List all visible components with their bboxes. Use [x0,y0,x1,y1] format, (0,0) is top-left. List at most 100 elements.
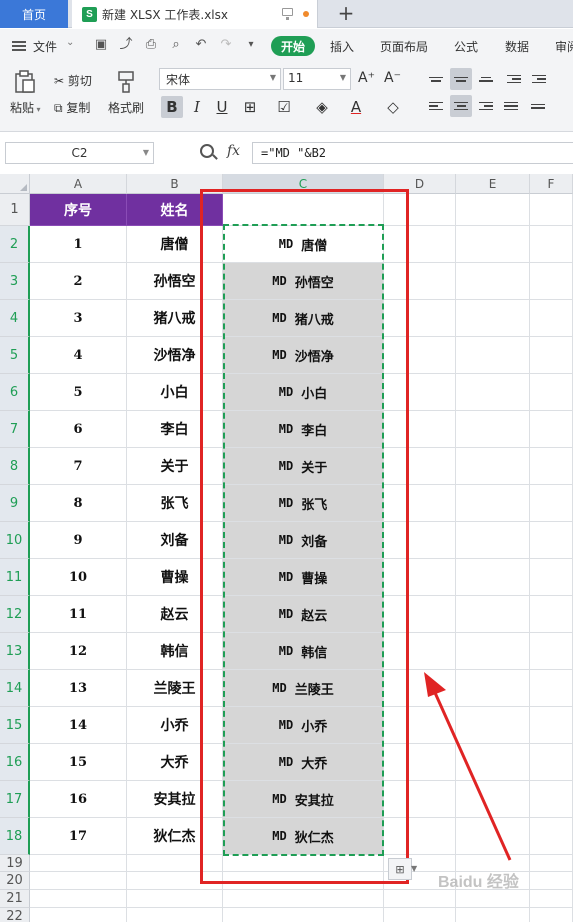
cell-empty[interactable] [384,300,456,337]
cell-empty[interactable] [384,890,456,908]
select-all-corner[interactable] [0,174,30,194]
cell-empty[interactable] [530,633,573,670]
cell-empty[interactable] [384,448,456,485]
cell-c1[interactable] [223,194,384,226]
cell-empty[interactable] [530,194,573,226]
cell-empty[interactable] [456,707,530,744]
font-color-icon[interactable]: A [345,96,367,118]
fx-icon[interactable]: fx [227,143,240,159]
cell-empty[interactable] [223,872,384,890]
cell-empty[interactable] [530,337,573,374]
row-header-20[interactable]: 20 [0,872,30,890]
cell-empty[interactable] [384,596,456,633]
cell-result[interactable]: MD 韩信 [223,633,384,670]
row-header-4[interactable]: 4 [0,300,30,337]
cell-empty[interactable] [530,596,573,633]
cell-empty[interactable] [30,855,127,872]
new-tab-button[interactable]: + [336,2,356,24]
cell-name[interactable]: 刘备 [127,522,223,559]
paste-options-icon[interactable]: ⊞ [388,858,412,880]
column-header-e[interactable]: E [456,174,530,194]
cell-name[interactable]: 大乔 [127,744,223,781]
align-middle-icon[interactable] [450,68,472,90]
format-painter-icon[interactable] [116,70,136,94]
menu-page-layout[interactable]: 页面布局 [380,38,428,55]
cell-name[interactable]: 关于 [127,448,223,485]
cell-result[interactable]: MD 张飞 [223,485,384,522]
cell-name[interactable]: 李白 [127,411,223,448]
column-header-c[interactable]: C [223,174,384,194]
cell-empty[interactable] [456,908,530,922]
menu-data[interactable]: 数据 [505,38,529,55]
align-right-icon[interactable] [475,95,497,117]
cell-empty[interactable] [127,890,223,908]
cell-empty[interactable] [456,744,530,781]
cell-name[interactable]: 唐僧 [127,226,223,263]
cell-no[interactable]: 11 [30,596,127,633]
cell-no[interactable]: 16 [30,781,127,818]
cell-empty[interactable] [384,744,456,781]
cell-result[interactable]: MD 猪八戒 [223,300,384,337]
cell-empty[interactable] [384,411,456,448]
cell-empty[interactable] [456,890,530,908]
row-header-1[interactable]: 1 [0,194,30,226]
zoom-icon[interactable] [200,144,214,158]
row-header-10[interactable]: 10 [0,522,30,559]
cell-name[interactable]: 沙悟净 [127,337,223,374]
grow-font-button[interactable]: A⁺ [358,70,375,86]
cell-empty[interactable] [384,226,456,263]
cell-style-icon[interactable]: ☑ [273,96,295,118]
cell-result[interactable]: MD 赵云 [223,596,384,633]
underline-button[interactable]: U [211,96,233,118]
row-header-18[interactable]: 18 [0,818,30,855]
spreadsheet-grid[interactable]: A B C D E F 1 2 3 4 5 6 7 8 9 10 11 12 13 14 15 16 17 18 19 20 21 2… [0,174,573,922]
cell-empty[interactable] [127,908,223,922]
cell-empty[interactable] [223,908,384,922]
cell-empty[interactable] [223,890,384,908]
cell-no[interactable]: 13 [30,670,127,707]
row-header-15[interactable]: 15 [0,707,30,744]
cell-no[interactable]: 12 [30,633,127,670]
cell-empty[interactable] [30,872,127,890]
row-header-6[interactable]: 6 [0,374,30,411]
align-center-icon[interactable] [450,95,472,117]
row-header-2[interactable]: 2 [0,226,30,263]
cell-empty[interactable] [530,263,573,300]
row-header-13[interactable]: 13 [0,633,30,670]
cell-empty[interactable] [530,300,573,337]
copy-button[interactable]: ⧉ 复制 [54,99,90,116]
cell-name[interactable]: 小白 [127,374,223,411]
menu-formulas[interactable]: 公式 [454,38,478,55]
redo-icon[interactable]: ↷ [219,38,233,52]
cell-empty[interactable] [384,633,456,670]
cell-empty[interactable] [530,522,573,559]
clear-format-icon[interactable]: ◇ [382,96,404,118]
cell-no[interactable]: 7 [30,448,127,485]
row-header-8[interactable]: 8 [0,448,30,485]
cell-empty[interactable] [530,226,573,263]
increase-indent-icon[interactable] [528,68,550,90]
distribute-icon[interactable] [527,95,549,117]
cell-empty[interactable] [456,300,530,337]
cell-result[interactable]: MD 唐僧 [223,226,384,263]
cell-name[interactable]: 赵云 [127,596,223,633]
column-header-a[interactable]: A [30,174,127,194]
cell-result[interactable]: MD 沙悟净 [223,337,384,374]
cell-result[interactable]: MD 曹操 [223,559,384,596]
cell-no[interactable]: 6 [30,411,127,448]
align-bottom-icon[interactable] [475,68,497,90]
cell-empty[interactable] [384,263,456,300]
header-cell-no[interactable]: 序号 [30,194,127,226]
cell-no[interactable]: 4 [30,337,127,374]
cell-no[interactable]: 9 [30,522,127,559]
cell-result[interactable]: MD 大乔 [223,744,384,781]
print-icon[interactable]: ⎙ [144,38,158,52]
align-left-icon[interactable] [425,95,447,117]
cell-empty[interactable] [530,485,573,522]
cell-empty[interactable] [456,374,530,411]
cell-empty[interactable] [456,633,530,670]
align-top-icon[interactable] [425,68,447,90]
cell-empty[interactable] [456,818,530,855]
cell-empty[interactable] [384,559,456,596]
row-header-16[interactable]: 16 [0,744,30,781]
